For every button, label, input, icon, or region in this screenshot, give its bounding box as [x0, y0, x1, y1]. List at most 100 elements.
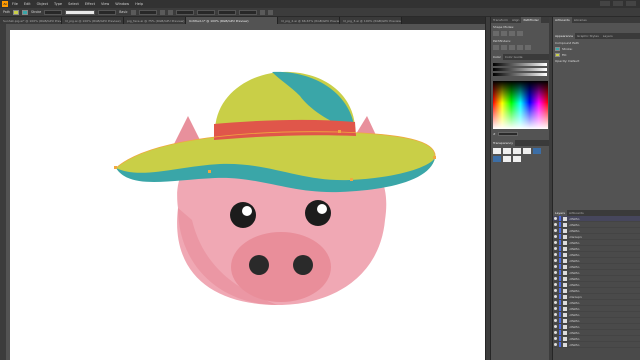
pig-illustration[interactable]: [10, 30, 486, 360]
artboard[interactable]: [10, 30, 486, 360]
color-slider-b[interactable]: [493, 73, 547, 76]
left-eye[interactable]: [230, 202, 256, 228]
mask-thumbnail[interactable]: [513, 148, 521, 154]
tab-libraries[interactable]: Libraries: [572, 17, 589, 23]
h-field[interactable]: [238, 9, 257, 15]
mask-thumbnail[interactable]: [503, 156, 511, 162]
visibility-eye-icon[interactable]: [554, 277, 557, 280]
x-field[interactable]: [175, 9, 194, 15]
tab-appearance[interactable]: Appearance: [553, 33, 576, 39]
intersect-button[interactable]: [509, 31, 515, 36]
left-nostril[interactable]: [249, 255, 269, 275]
appearance-row[interactable]: Opacity: Default: [555, 58, 638, 64]
stroke-swatch[interactable]: [22, 9, 29, 15]
tab-transparency[interactable]: Transparency: [491, 140, 516, 146]
visibility-eye-icon[interactable]: [554, 313, 557, 316]
crop-button[interactable]: [517, 45, 523, 50]
visibility-eye-icon[interactable]: [554, 229, 557, 232]
tab-color-guide[interactable]: Color Guide: [503, 54, 525, 60]
w-field[interactable]: [217, 9, 236, 15]
recolor-icon[interactable]: [159, 9, 165, 15]
tab-color[interactable]: Color: [491, 54, 503, 60]
fill-swatch-small[interactable]: [555, 53, 560, 57]
visibility-eye-icon[interactable]: [554, 325, 557, 328]
merge-button[interactable]: [509, 45, 515, 50]
visibility-eye-icon[interactable]: [554, 295, 557, 298]
menu-help[interactable]: Help: [135, 2, 143, 6]
mask-thumbnail[interactable]: [513, 156, 521, 162]
tab-artboards-bottom[interactable]: Artboards: [567, 210, 586, 216]
color-slider-g[interactable]: [493, 68, 547, 71]
stroke-weight-field[interactable]: [44, 9, 63, 15]
document-tab[interactable]: Sunhat-pig.ai* @ 100% (RGB/GPU Preview): [0, 17, 62, 24]
fill-swatch[interactable]: [13, 9, 20, 15]
menu-edit[interactable]: Edit: [24, 2, 31, 6]
anchor-point[interactable]: [114, 166, 117, 169]
visibility-eye-icon[interactable]: [554, 307, 557, 310]
divide-button[interactable]: [493, 45, 499, 50]
tab-align[interactable]: Align: [510, 17, 522, 23]
visibility-eye-icon[interactable]: [554, 253, 557, 256]
right-eye[interactable]: [305, 200, 331, 226]
snout[interactable]: [231, 232, 331, 302]
visibility-eye-icon[interactable]: [554, 271, 557, 274]
anchor-point[interactable]: [208, 170, 211, 173]
visibility-eye-icon[interactable]: [554, 337, 557, 340]
right-nostril[interactable]: [293, 255, 313, 275]
document-tab[interactable]: ld_pig.ai @ 100% (RGB/GPU Preview): [62, 17, 124, 24]
visibility-eye-icon[interactable]: [554, 283, 557, 286]
trim-button[interactable]: [501, 45, 507, 50]
window-controls[interactable]: [626, 1, 636, 6]
mask-thumbnail[interactable]: [503, 148, 511, 154]
anchor-point[interactable]: [433, 156, 436, 159]
visibility-eye-icon[interactable]: [554, 235, 557, 238]
color-spectrum[interactable]: [493, 81, 548, 129]
menu-type[interactable]: Type: [54, 2, 62, 6]
brush-definition[interactable]: [98, 9, 117, 15]
menu-file[interactable]: File: [12, 2, 18, 6]
visibility-eye-icon[interactable]: [554, 301, 557, 304]
unite-button[interactable]: [493, 31, 499, 36]
stroke-swatch-small[interactable]: [555, 47, 560, 51]
tab-pathfinder[interactable]: Pathfinder: [521, 17, 541, 23]
visibility-eye-icon[interactable]: [554, 343, 557, 346]
visibility-eye-icon[interactable]: [554, 319, 557, 322]
document-tab[interactable]: ld_pig_3.ai @ 100% (RGB/GPU Preview): [340, 17, 402, 24]
document-tab-active[interactable]: Untitled-1* @ 100% (RGB/GPU Preview): [186, 17, 278, 24]
canvas-area[interactable]: [6, 24, 486, 360]
visibility-eye-icon[interactable]: [554, 259, 557, 262]
visibility-eye-icon[interactable]: [554, 241, 557, 244]
visibility-eye-icon[interactable]: [554, 223, 557, 226]
menu-effect[interactable]: Effect: [85, 2, 95, 6]
tab-graphic-styles[interactable]: Graphic Styles: [575, 33, 601, 39]
document-tab[interactable]: pig_face.ai @ 75% (RGB/GPU Preview): [124, 17, 186, 24]
menu-icon[interactable]: [267, 9, 273, 15]
anchor-point[interactable]: [350, 178, 353, 181]
visibility-eye-icon[interactable]: [554, 247, 557, 250]
tab-layers-top[interactable]: Layers: [601, 33, 615, 39]
transform-icon[interactable]: [259, 9, 265, 15]
menu-object[interactable]: Object: [37, 2, 48, 6]
mask-thumbnail[interactable]: [523, 148, 531, 154]
workspace-switcher[interactable]: [600, 1, 610, 6]
opacity-field[interactable]: [138, 9, 157, 15]
anchor-point[interactable]: [338, 130, 341, 133]
tab-transform[interactable]: Transform: [491, 17, 510, 23]
layer-row[interactable]: <Path>: [553, 342, 640, 348]
mask-thumbnail[interactable]: [493, 148, 501, 154]
color-slider-r[interactable]: [493, 63, 547, 66]
y-field[interactable]: [196, 9, 215, 15]
minus-front-button[interactable]: [501, 31, 507, 36]
opacity-icon[interactable]: [130, 9, 136, 15]
search-field[interactable]: [613, 1, 623, 6]
outline-button[interactable]: [525, 45, 531, 50]
mask-thumbnail[interactable]: [533, 148, 541, 154]
variable-width-profile[interactable]: [65, 9, 96, 15]
hex-input[interactable]: [497, 132, 518, 136]
visibility-eye-icon[interactable]: [554, 289, 557, 292]
mask-thumbnail[interactable]: [493, 156, 501, 162]
tab-artboards[interactable]: Artboards: [553, 17, 572, 23]
visibility-eye-icon[interactable]: [554, 217, 557, 220]
visibility-eye-icon[interactable]: [554, 265, 557, 268]
menu-window[interactable]: Window: [115, 2, 129, 6]
